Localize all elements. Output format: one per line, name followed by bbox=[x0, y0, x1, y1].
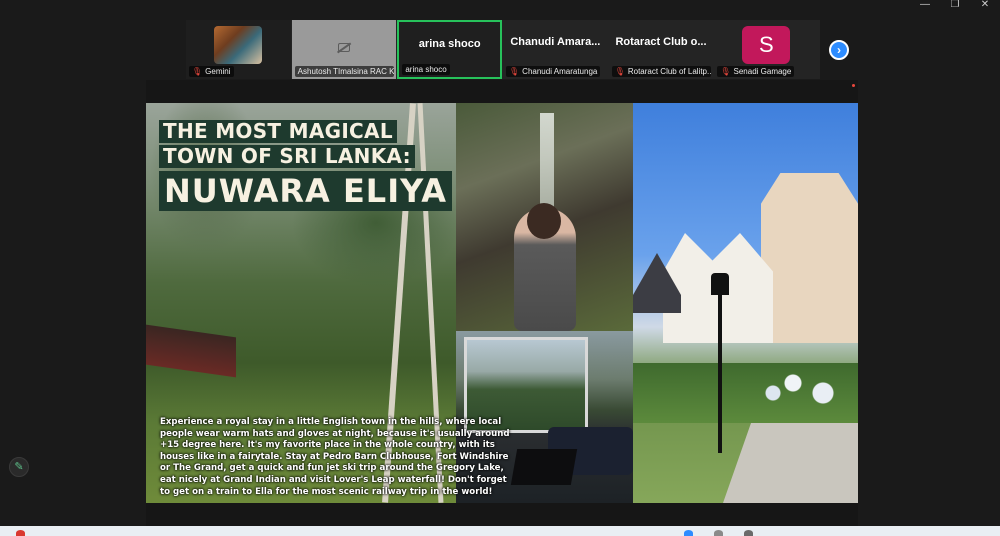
mic-muted-icon: 🎙 bbox=[720, 67, 731, 76]
participant-tile-chanudi[interactable]: Chanudi Amara... 🎙 Chanudi Amaratunga bbox=[503, 20, 608, 79]
hydrangea-bushes bbox=[633, 363, 858, 423]
stone-path bbox=[723, 423, 858, 503]
title-town-name: NUWARA ELIYA bbox=[159, 171, 452, 211]
window-controls: — ❐ ✕ bbox=[910, 0, 1000, 14]
taskbar-app-icon[interactable] bbox=[714, 530, 723, 536]
participant-label: Ashutosh TImalsina RAC K... bbox=[294, 66, 394, 77]
taskbar-app-icon[interactable] bbox=[16, 530, 25, 536]
annotate-pen-icon[interactable]: ✎ bbox=[9, 457, 29, 477]
participant-label: 🎙 Gemini bbox=[189, 66, 234, 77]
participant-name: Chanudi Amara... bbox=[510, 36, 601, 48]
title-line-2: TOWN OF SRI LANKA: bbox=[159, 145, 415, 168]
close-button[interactable]: ✕ bbox=[970, 0, 1000, 14]
taskbar bbox=[0, 526, 1000, 536]
house bbox=[761, 173, 858, 343]
title-line-1: THE MOST MAGICAL bbox=[159, 120, 397, 143]
taskbar-app-icon[interactable] bbox=[744, 530, 753, 536]
mic-muted-icon: 🎙 bbox=[614, 67, 625, 76]
participant-name: arina shoco bbox=[418, 38, 481, 50]
participant-label: 🎙 Chanudi Amaratunga bbox=[506, 66, 601, 77]
shared-slide: THE MOST MAGICAL TOWN OF SRI LANKA: NUWA… bbox=[146, 103, 858, 503]
minimize-button[interactable]: — bbox=[910, 0, 940, 14]
participant-label: 🎙 Rotaract Club of Lalitp... bbox=[611, 66, 711, 77]
participant-tile-ashutosh[interactable]: Ashutosh TImalsina RAC K... bbox=[291, 20, 397, 79]
train bbox=[146, 324, 236, 378]
taskbar-app-icon[interactable] bbox=[684, 530, 693, 536]
participant-tile-rotaract[interactable]: Rotaract Club o... 🎙 Rotaract Club of La… bbox=[608, 20, 714, 79]
participant-strip: 🎙 Gemini Ashutosh TImalsina RAC K... ari… bbox=[186, 20, 820, 79]
waterfall-selfie-photo bbox=[456, 103, 633, 331]
mic-muted-icon: 🎙 bbox=[509, 67, 520, 76]
participant-tile-arina[interactable]: arina shoco arina shoco bbox=[397, 20, 503, 79]
camera-off-icon bbox=[337, 43, 350, 52]
participant-video-thumbnail bbox=[214, 26, 262, 64]
participant-name: Rotaract Club o... bbox=[615, 36, 707, 48]
street-lamp-post bbox=[718, 283, 722, 453]
avatar: S bbox=[742, 26, 791, 64]
mic-muted-icon: 🎙 bbox=[192, 67, 203, 76]
participant-label: arina shoco bbox=[402, 64, 450, 75]
participant-tile-gemini[interactable]: 🎙 Gemini bbox=[186, 20, 291, 79]
restore-button[interactable]: ❐ bbox=[940, 0, 970, 14]
english-houses-photo bbox=[633, 103, 858, 503]
person-hair bbox=[527, 203, 561, 239]
participant-tile-senadi[interactable]: S 🎙 Senadi Gamage bbox=[714, 20, 820, 79]
coffee-table bbox=[510, 449, 578, 485]
zoom-meeting-window: — ❐ ✕ 🎙 Gemini Ashutosh TImalsina RAC K.… bbox=[0, 0, 1000, 536]
slide-title: THE MOST MAGICAL TOWN OF SRI LANKA: NUWA… bbox=[159, 120, 452, 211]
slide-caption: Experience a royal stay in a little Engl… bbox=[160, 417, 510, 497]
recording-dot bbox=[852, 84, 855, 87]
participant-label: 🎙 Senadi Gamage bbox=[717, 66, 795, 77]
next-participants-button[interactable]: › bbox=[829, 40, 849, 60]
